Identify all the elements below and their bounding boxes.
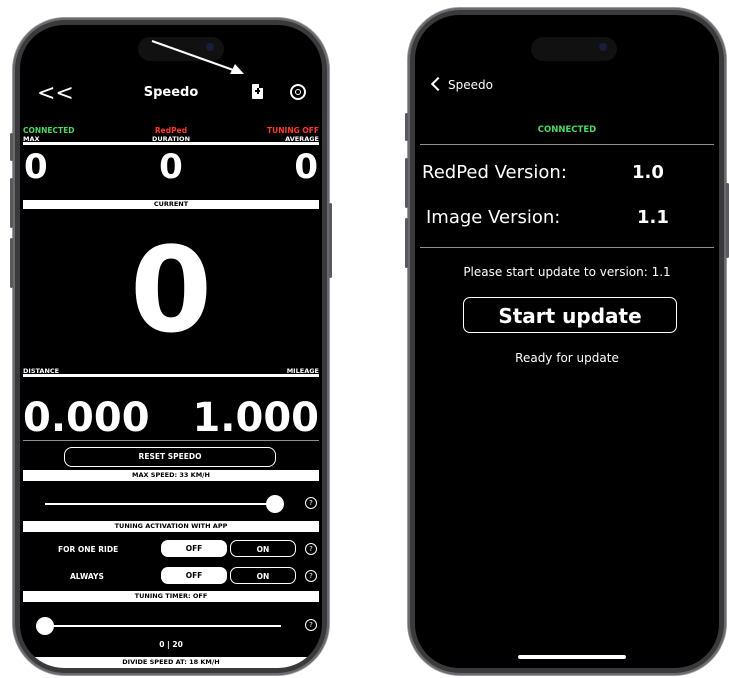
home-indicator[interactable] xyxy=(518,655,626,659)
image-version-label: Image Version: xyxy=(426,207,561,228)
ready-status: Ready for update xyxy=(515,351,619,365)
back-button[interactable]: Speedo xyxy=(430,76,493,92)
chevron-left-icon xyxy=(430,76,446,92)
connection-status: CONNECTED xyxy=(537,125,597,135)
update-prompt: Please start update to version: 1.1 xyxy=(463,265,671,279)
image-version-value: 1.1 xyxy=(637,207,669,228)
dynamic-island xyxy=(531,37,617,61)
redped-version-value: 1.0 xyxy=(632,162,664,183)
update-screen: Speedo CONNECTED RedPed Version: 1.0 Ima… xyxy=(415,15,719,668)
divider xyxy=(420,144,714,145)
side-button xyxy=(405,113,408,141)
volume-down-button xyxy=(405,218,408,268)
start-update-button[interactable]: Start update xyxy=(463,297,677,333)
back-label: Speedo xyxy=(448,78,493,92)
redped-version-label: RedPed Version: xyxy=(422,162,567,183)
right-phone: Speedo CONNECTED RedPed Version: 1.0 Ima… xyxy=(405,8,729,675)
divider xyxy=(420,247,714,248)
volume-up-button xyxy=(405,158,408,208)
